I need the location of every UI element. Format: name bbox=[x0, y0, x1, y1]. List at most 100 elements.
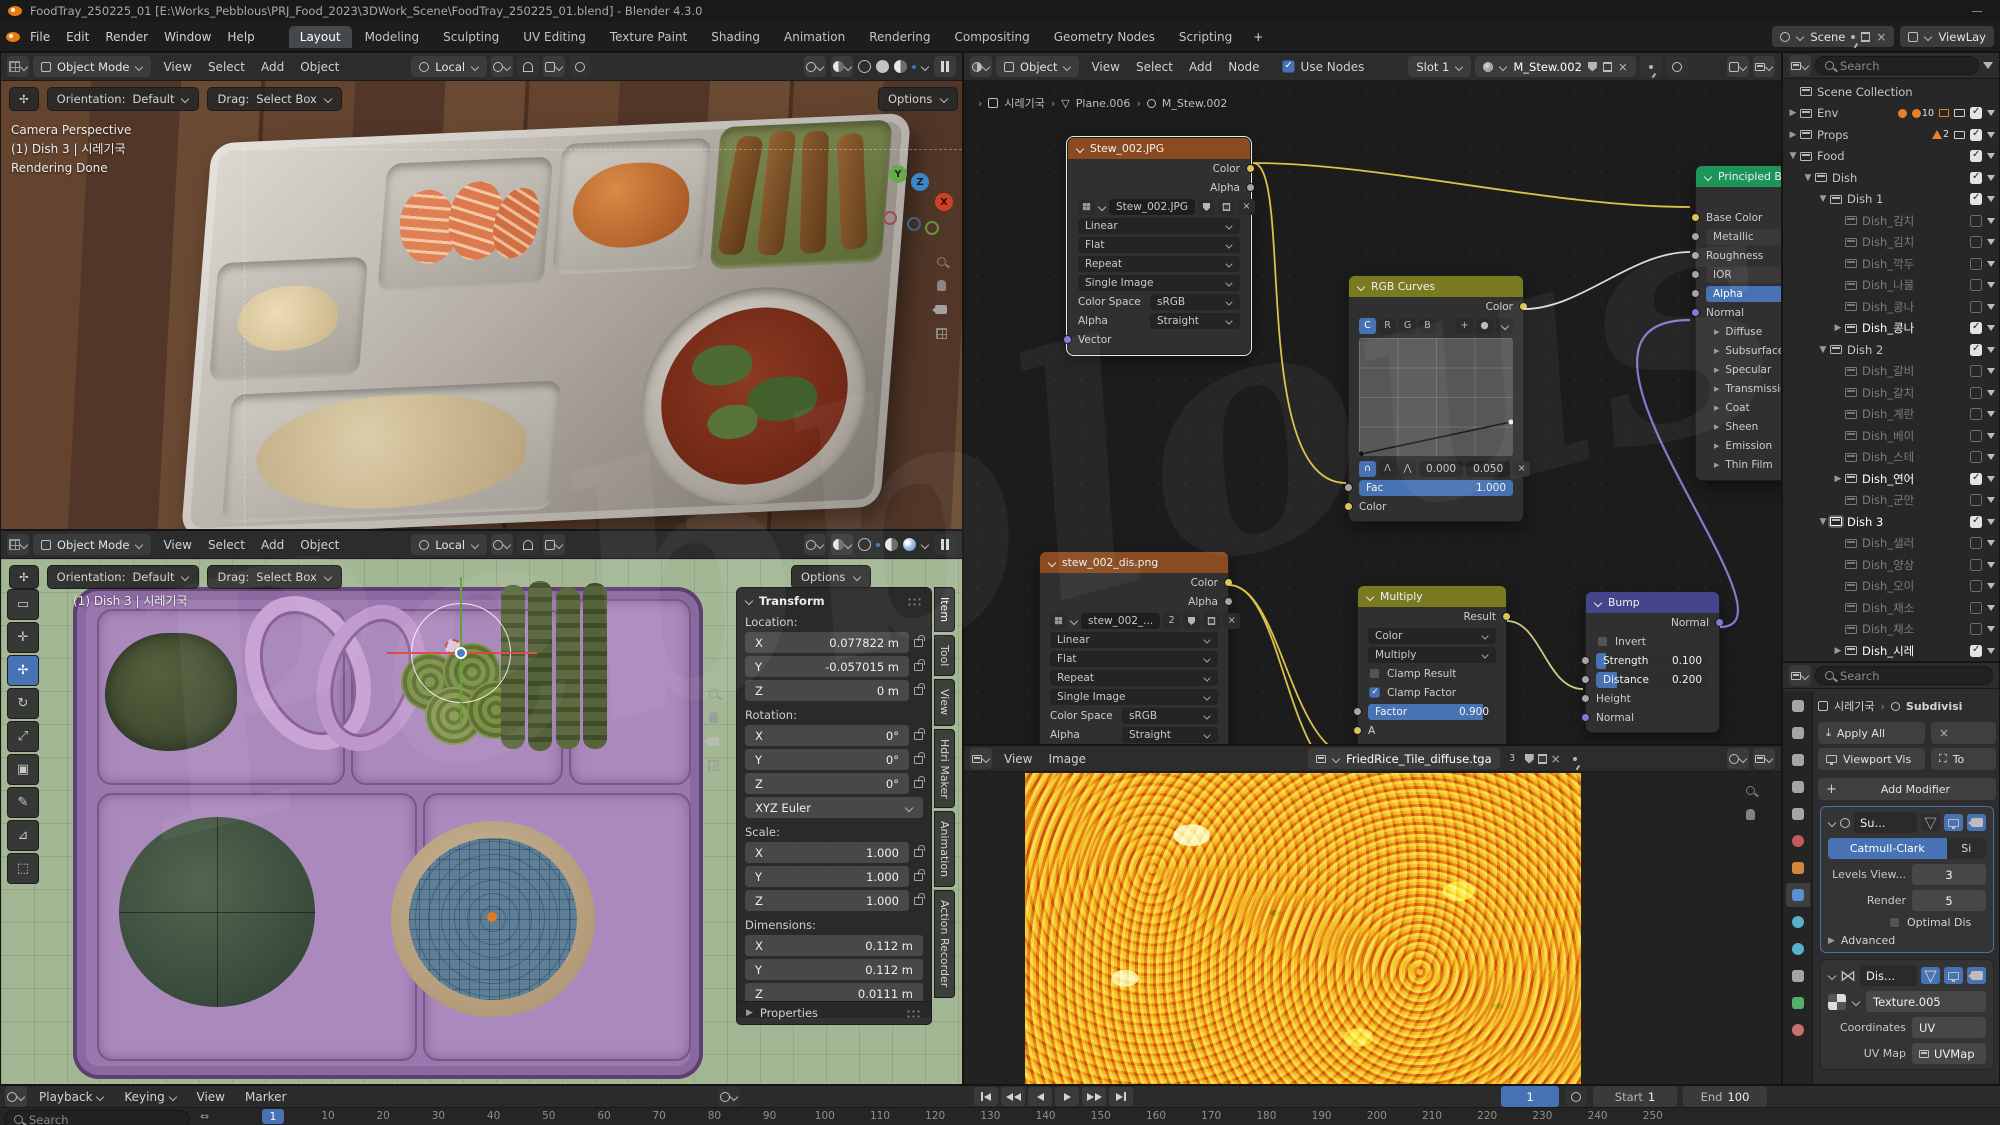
filter-icon[interactable] bbox=[1987, 282, 1995, 288]
active-tool-gizmo[interactable]: ✢ bbox=[9, 87, 39, 111]
gizmo-minus-axis[interactable] bbox=[907, 217, 921, 231]
properties-tab-output[interactable] bbox=[1786, 748, 1810, 772]
lock-icon[interactable] bbox=[914, 687, 923, 695]
options-button[interactable]: Options bbox=[791, 565, 871, 589]
editor-type-button[interactable] bbox=[7, 534, 29, 555]
transform-field-z[interactable]: Z1.000 bbox=[745, 890, 909, 911]
catmull-clark-option[interactable]: Catmull-Clark bbox=[1828, 838, 1947, 859]
menu-image[interactable]: Image bbox=[1040, 748, 1094, 770]
perspective-toggle-icon[interactable] bbox=[708, 760, 719, 771]
handle-auto-icon[interactable]: ∩ bbox=[1359, 461, 1376, 477]
use-preview-range-button[interactable] bbox=[1565, 1086, 1587, 1107]
workspace-tab-scripting[interactable]: Scripting bbox=[1168, 26, 1243, 48]
filter-icon[interactable] bbox=[1987, 583, 1995, 589]
modifier-displace[interactable]: ⋈ Dis... ▽ Texture.005 CoordinatesUV UV … bbox=[1820, 959, 1994, 1070]
editor-type-button[interactable] bbox=[7, 56, 29, 77]
sidebar-tab-hdri-maker[interactable]: Hdri Maker bbox=[934, 729, 955, 809]
workspace-tab-compositing[interactable]: Compositing bbox=[943, 26, 1040, 48]
tool-cursor[interactable]: ✛ bbox=[7, 622, 39, 653]
transform-field-y[interactable]: Y-0.057015 m bbox=[745, 656, 909, 677]
outliner-row-dish-갈비[interactable]: Dish_갈비 bbox=[1783, 361, 1999, 383]
sidebar-tab-animation[interactable]: Animation bbox=[934, 811, 955, 887]
fake-user-icon[interactable] bbox=[1588, 62, 1597, 72]
menu-edit[interactable]: Edit bbox=[58, 26, 97, 48]
overlays-button[interactable] bbox=[1753, 748, 1775, 769]
sidebar-tab-view[interactable]: View bbox=[934, 679, 955, 725]
menu-file[interactable]: File bbox=[22, 26, 58, 48]
outliner-row-dish-2[interactable]: ▼Dish 2 bbox=[1783, 339, 1999, 361]
end-frame-field[interactable]: End100 bbox=[1683, 1086, 1767, 1107]
shading-material-icon[interactable] bbox=[894, 60, 907, 73]
active-tool-gizmo[interactable]: ✢ bbox=[9, 565, 39, 589]
exclude-checkbox[interactable] bbox=[1970, 645, 1982, 657]
transform-field-x[interactable]: X0.112 m bbox=[745, 935, 923, 956]
lock-icon[interactable] bbox=[914, 873, 923, 881]
mesh-bowl[interactable] bbox=[391, 821, 595, 1017]
tool-add-cube[interactable]: ⬚ bbox=[7, 853, 39, 884]
source-dropdown[interactable]: Single Image bbox=[1078, 275, 1240, 291]
handle-vector-icon[interactable]: Λ bbox=[1379, 461, 1396, 477]
workspace-tab-modeling[interactable]: Modeling bbox=[354, 26, 431, 48]
overlays-button[interactable] bbox=[831, 534, 853, 555]
outliner-row-props[interactable]: ▶Props2 bbox=[1783, 124, 1999, 146]
delete-point-icon[interactable]: × bbox=[1513, 461, 1530, 477]
coordinates-dropdown[interactable]: UV bbox=[1912, 1017, 1986, 1038]
texture-icon[interactable] bbox=[1828, 994, 1846, 1010]
properties-tab-world[interactable] bbox=[1786, 829, 1810, 853]
outliner-row-dish-김치[interactable]: Dish_김치 bbox=[1783, 232, 1999, 254]
filter-icon[interactable] bbox=[1987, 368, 1995, 374]
projection-dropdown[interactable]: Flat bbox=[1078, 237, 1240, 253]
expand-icon[interactable]: ▼ bbox=[1817, 345, 1829, 355]
outliner-search-input[interactable]: Search bbox=[1815, 56, 1979, 75]
transport-play[interactable] bbox=[1055, 1087, 1079, 1106]
node-image-stew-dis[interactable]: stew_002_dis.png Color Alpha ▦ stew_002_… bbox=[1039, 551, 1229, 744]
filter-icon[interactable] bbox=[1987, 110, 1995, 116]
principled-input-normal[interactable]: Normal bbox=[1696, 303, 1781, 322]
material-selector[interactable]: M_Stew.002 × bbox=[1475, 56, 1636, 77]
pan-icon[interactable] bbox=[1746, 809, 1755, 820]
outliner-row-env[interactable]: ▶Env10 bbox=[1783, 103, 1999, 125]
exclude-checkbox[interactable] bbox=[1970, 494, 1982, 506]
filter-icon[interactable] bbox=[1987, 175, 1995, 181]
overlays-button[interactable] bbox=[831, 56, 853, 77]
exclude-checkbox[interactable] bbox=[1970, 150, 1982, 162]
copy-icon[interactable] bbox=[1861, 32, 1870, 42]
invert-toggle[interactable]: Invert bbox=[1586, 632, 1719, 651]
slot-dropdown[interactable]: Slot 1 bbox=[1408, 56, 1471, 77]
expand-icon[interactable]: ▼ bbox=[1787, 151, 1799, 161]
tool-scale[interactable]: ⤢ bbox=[7, 721, 39, 752]
exclude-checkbox[interactable] bbox=[1970, 559, 1982, 571]
copy-icon[interactable] bbox=[1538, 754, 1547, 764]
outliner-row-dish-콩나[interactable]: ▶Dish_콩나 bbox=[1783, 318, 1999, 340]
tool-measure[interactable]: ⊿ bbox=[7, 820, 39, 851]
tool-rotate[interactable]: ↻ bbox=[7, 688, 39, 719]
distance-slider[interactable]: Distance0.200 bbox=[1596, 672, 1709, 688]
node-multiply[interactable]: Multiply Result Color Multiply Clamp Res… bbox=[1357, 585, 1507, 744]
input-field[interactable]: IOR bbox=[1706, 267, 1781, 283]
expand-icon[interactable]: ▼ bbox=[1817, 194, 1829, 204]
shader-type-dropdown[interactable]: Object bbox=[996, 56, 1079, 77]
lock-icon[interactable] bbox=[914, 897, 923, 905]
shading-material-icon[interactable] bbox=[885, 538, 898, 551]
exclude-checkbox[interactable] bbox=[1970, 344, 1982, 356]
rotation-mode-dropdown[interactable]: XYZ Euler bbox=[745, 797, 923, 818]
outliner-row-dish-3[interactable]: ▼Dish 3 bbox=[1783, 511, 1999, 533]
colorspace-dropdown[interactable]: sRGB bbox=[1150, 294, 1240, 310]
filter-icon[interactable] bbox=[1987, 540, 1995, 546]
node-rgb-curves[interactable]: RGB Curves Color C R G B + ● ∩ Λ bbox=[1348, 275, 1524, 522]
exclude-checkbox[interactable] bbox=[1970, 279, 1982, 291]
outliner-row-dish-김치[interactable]: Dish_김치 bbox=[1783, 210, 1999, 232]
start-frame-field[interactable]: Start1 bbox=[1593, 1086, 1677, 1107]
delete-all-button[interactable]: × bbox=[1931, 722, 1996, 744]
filter-icon[interactable] bbox=[1983, 62, 1993, 69]
snap-magnet-button[interactable] bbox=[517, 534, 539, 555]
render-toggle[interactable] bbox=[1967, 967, 1986, 984]
clamp-result-toggle[interactable]: Clamp Result bbox=[1358, 664, 1506, 683]
show-gizmo-button[interactable] bbox=[804, 534, 826, 555]
copy-icon[interactable] bbox=[1203, 613, 1220, 629]
marker-menu[interactable]: Marker bbox=[237, 1086, 294, 1108]
levels-viewport-field[interactable]: 3 bbox=[1912, 864, 1986, 885]
principled-section-thin-film[interactable]: ▶Thin Film bbox=[1696, 455, 1781, 474]
shading-wireframe-icon[interactable] bbox=[858, 60, 871, 73]
shading-solid-icon[interactable] bbox=[876, 60, 889, 73]
